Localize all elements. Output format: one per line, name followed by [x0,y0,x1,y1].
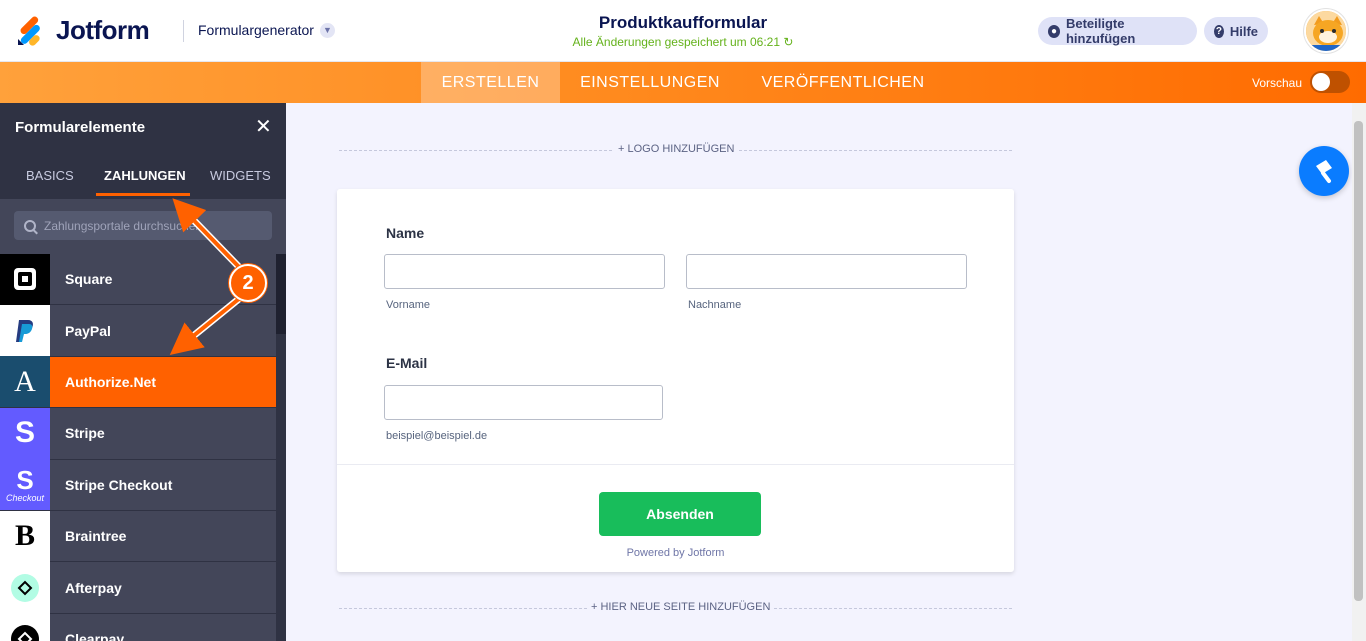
paypal-icon [0,305,50,357]
save-status-text: Alle Änderungen gespeichert um 06:21 [572,35,781,49]
tab-widgets[interactable]: WIDGETS [210,168,271,183]
form-card: Name Vorname Nachname E-Mail beispiel@be… [337,189,1014,572]
tab-build[interactable]: ERSTELLEN [421,62,560,103]
submit-button[interactable]: Absenden [599,492,761,536]
active-tab-indicator [96,193,190,196]
save-status: Alle Änderungen gespeichert um 06:21 ↻ [483,35,883,49]
braintree-icon: B [0,510,50,562]
gateway-item-paypal[interactable]: PayPal [0,305,276,357]
stripe-checkout-icon: S Checkout [0,459,50,511]
tab-payments[interactable]: ZAHLUNGEN [104,168,186,183]
gateway-label: Afterpay [65,579,122,596]
close-icon[interactable]: ✕ [255,117,272,137]
stripe-checkout-caption: Checkout [5,492,45,503]
tab-publish[interactable]: VERÖFFENTLICHEN [742,62,944,103]
gateway-label: PayPal [65,322,111,339]
gateway-label: Braintree [65,528,127,545]
add-participants-button[interactable]: ● Beteiligte hinzufügen [1038,16,1197,46]
gateway-item-authorize-net[interactable]: A Authorize.Net [0,356,276,409]
help-button[interactable]: ? Hilfe [1204,17,1268,45]
name-label: Name [386,225,425,241]
panel-title: Formularelemente [15,119,146,136]
gateway-item-stripe[interactable]: S Stripe [0,407,276,460]
gateway-label: Square [65,271,113,288]
preview-label: Vorschau [1252,76,1303,90]
form-designer-button[interactable] [1299,146,1349,196]
toggle-knob [1312,73,1330,91]
gateway-item-afterpay[interactable]: Afterpay [0,562,276,614]
clearpay-icon [0,613,50,641]
brand-name: Jotform [56,14,150,45]
scrollbar-thumb[interactable] [1354,121,1363,601]
last-name-input[interactable] [686,254,967,289]
email-field[interactable] [384,385,663,420]
refresh-icon: ↻ [783,35,794,49]
gateway-label: Authorize.Net [65,373,156,390]
panel-header: Formularelemente ✕ [0,103,286,153]
add-logo-button[interactable]: + LOGO HINZUFÜGEN [614,143,739,155]
builder-dropdown[interactable]: Formulargenerator ▼ [198,22,335,38]
gateway-item-clearpay[interactable]: Clearpay [0,613,276,641]
header-divider [183,20,184,42]
card-divider [337,464,1014,465]
avatar[interactable] [1304,9,1348,53]
gateway-label: Stripe Checkout [65,476,173,493]
gateway-search-input[interactable] [44,218,264,233]
preview-toggle[interactable] [1310,71,1350,93]
page-scrollbar[interactable] [1352,103,1366,641]
panel-scrollbar[interactable] [276,254,286,641]
stripe-icon: S [0,407,50,459]
builder-nav: ERSTELLEN EINSTELLUNGEN VERÖFFENTLICHEN … [0,62,1366,103]
form-elements-panel: Formularelemente ✕ BASICS ZAHLUNGEN WIDG… [0,103,286,641]
square-icon [0,254,50,305]
add-participants-label: Beteiligte hinzufügen [1065,16,1136,46]
gateway-item-stripe-checkout[interactable]: S Checkout Stripe Checkout [0,459,276,511]
chevron-down-icon: ▼ [319,22,335,38]
scrollbar-thumb[interactable] [276,254,286,334]
first-name-sublabel: Vorname [386,299,431,311]
form-title[interactable]: Produktkaufformular [483,13,883,33]
email-label: E-Mail [386,355,428,371]
gateway-list: Square PayPal A Authorize.Net S Stripe S… [0,254,276,641]
top-bar: Jotform Formulargenerator ▼ Produktkauff… [0,0,1366,62]
step-badge: 2 [229,264,267,302]
help-icon: ? [1214,24,1224,38]
powered-by: Powered by Jotform [626,547,725,559]
search-icon [24,219,36,232]
tab-basics[interactable]: BASICS [26,168,74,183]
email-sublabel: beispiel@beispiel.de [386,430,488,442]
gateway-label: Stripe [65,425,105,442]
afterpay-icon [0,562,50,614]
cat-avatar-icon [1306,11,1346,51]
builder-dropdown-label: Formulargenerator [198,22,314,38]
jotform-logo-icon [18,16,40,46]
jotform-logo[interactable]: Jotform [16,13,150,47]
add-page-button[interactable]: + HIER NEUE SEITE HINZUFÜGEN [587,601,775,613]
authorize-net-icon: A [0,356,50,408]
gateway-search[interactable] [14,211,272,240]
help-label: Hilfe [1229,23,1258,39]
user-icon: ● [1048,24,1060,38]
tab-settings[interactable]: EINSTELLUNGEN [560,62,740,103]
gateway-label: Clearpay [65,630,125,641]
gateway-item-braintree[interactable]: B Braintree [0,510,276,563]
first-name-input[interactable] [384,254,665,289]
last-name-sublabel: Nachname [688,299,742,311]
paint-roller-icon [1316,160,1332,183]
